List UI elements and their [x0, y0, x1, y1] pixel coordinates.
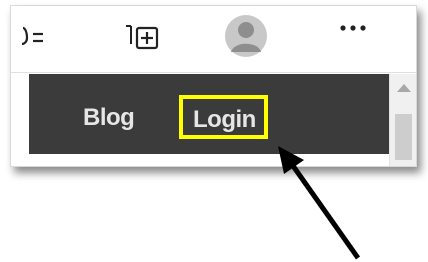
nav-link-blog[interactable]: Blog: [83, 104, 135, 132]
collections-icon[interactable]: [123, 14, 165, 54]
profile-avatar[interactable]: [224, 14, 268, 58]
login-highlight-box: Login: [179, 95, 268, 139]
browser-toolbar: [11, 6, 416, 73]
site-nav-bar: Blog Login: [29, 74, 389, 154]
scroll-thumb[interactable]: [395, 114, 412, 160]
vertical-scrollbar[interactable]: [389, 74, 416, 166]
browser-screenshot: Blog Login: [10, 5, 417, 167]
more-icon[interactable]: [333, 10, 373, 50]
scroll-up-arrow-icon[interactable]: [397, 84, 411, 92]
reading-list-icon[interactable]: [17, 14, 57, 54]
nav-link-login[interactable]: Login: [193, 106, 256, 134]
